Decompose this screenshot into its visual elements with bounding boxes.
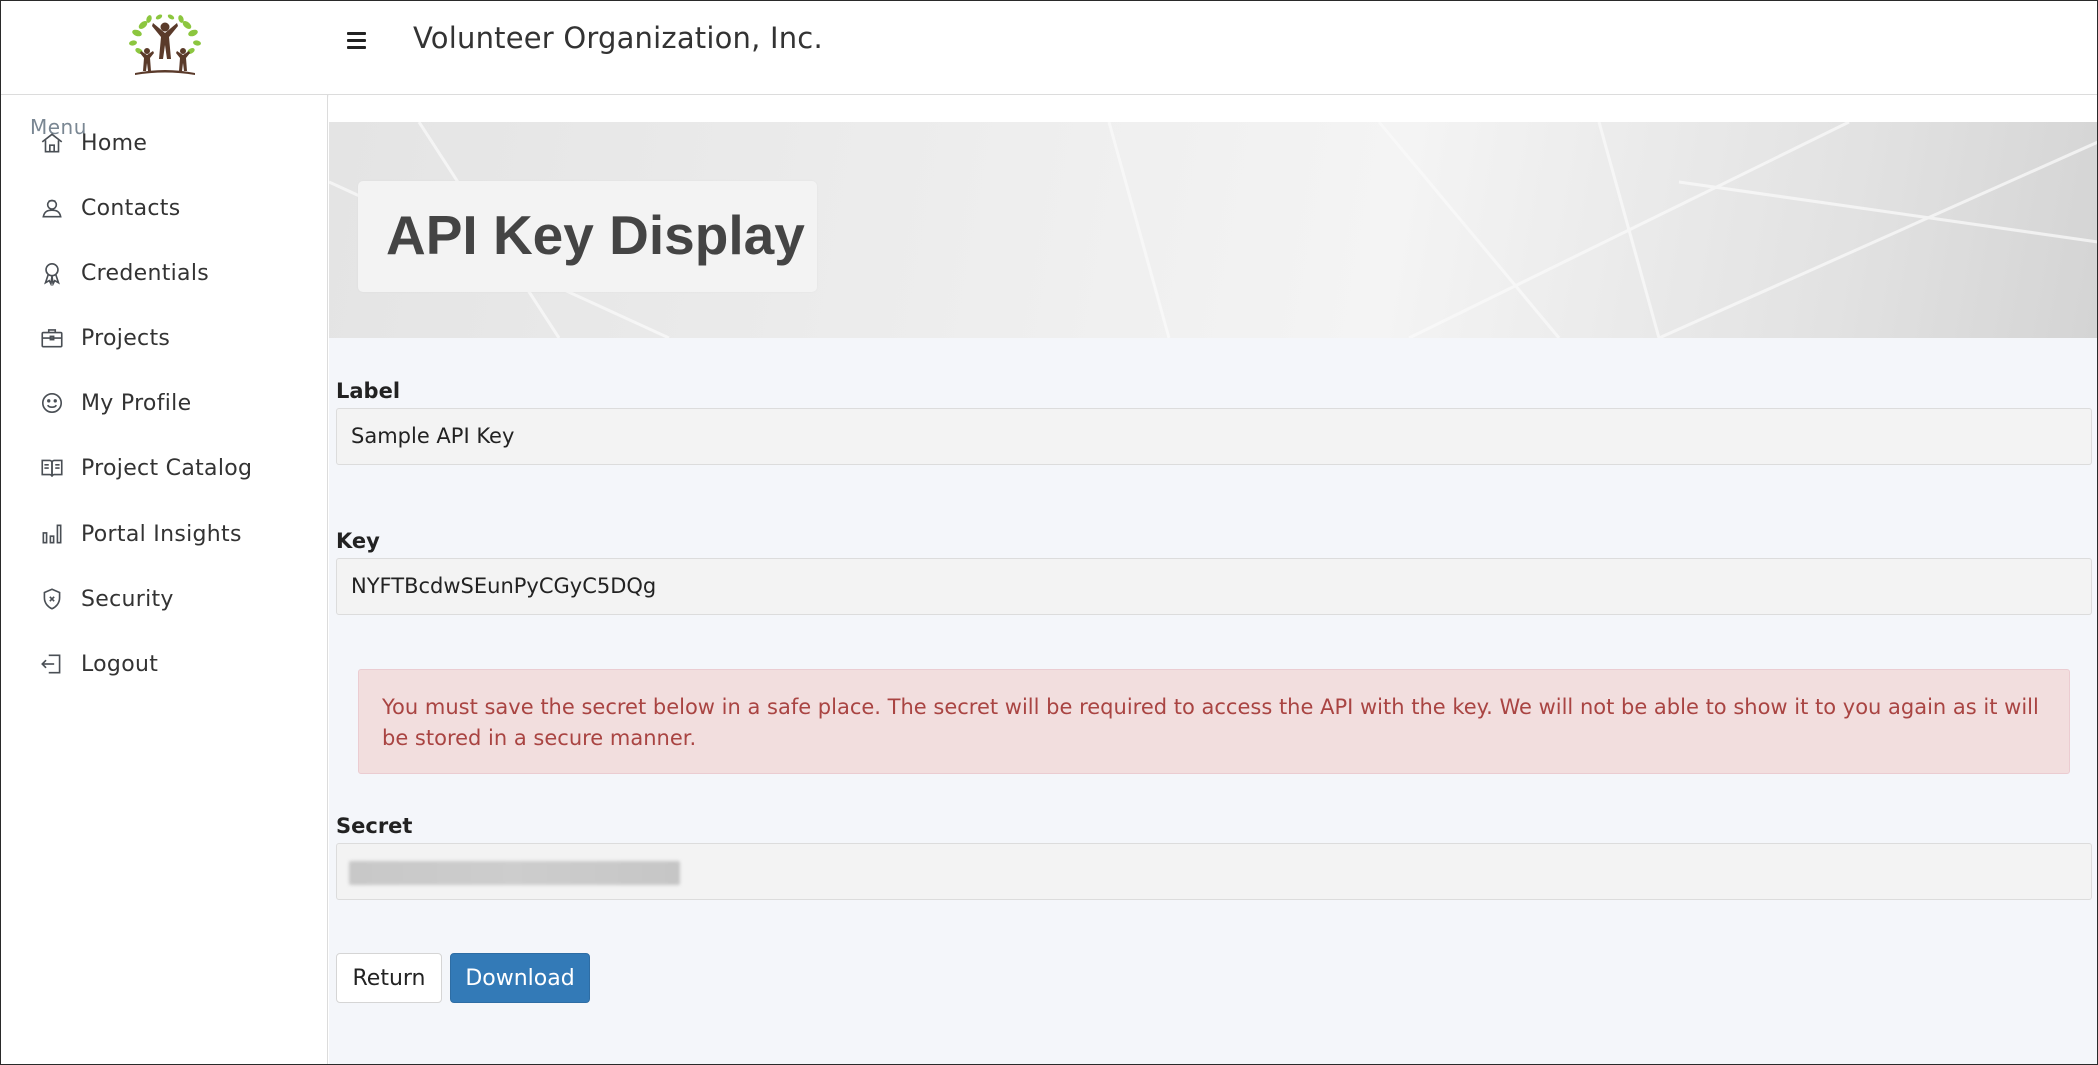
label-field-label: Label [336,379,401,403]
sidebar-item-my-profile[interactable]: My Profile [37,381,317,425]
secret-field[interactable] [336,843,2092,900]
main-content: API Key Display Label Sample API Key Key… [329,95,2097,1064]
warning-alert: You must save the secret below in a safe… [358,669,2070,774]
sidebar-item-portal-insights[interactable]: Portal Insights [37,512,317,556]
book-icon [37,453,67,483]
home-icon [37,128,67,158]
app-window: Volunteer Organization, Inc. Menu Home C… [0,0,2098,1065]
sidebar-item-label: Contacts [81,195,181,221]
secret-field-label: Secret [336,814,413,838]
shield-icon [37,584,67,614]
menu-toggle-icon[interactable] [347,27,373,53]
sidebar-item-contacts[interactable]: Contacts [37,186,317,230]
sidebar-item-security[interactable]: Security [37,577,317,621]
page-banner: API Key Display [329,122,2097,338]
sidebar-item-home[interactable]: Home [37,121,317,165]
award-icon [37,258,67,288]
sidebar-item-label: Security [81,586,174,612]
key-field[interactable]: NYFTBcdwSEunPyCGyC5DQg [336,558,2092,615]
sidebar-item-label: Home [81,130,148,156]
logout-icon [37,649,67,679]
sidebar-item-label: My Profile [81,390,192,416]
organization-logo[interactable] [125,11,205,79]
bar-chart-icon [37,519,67,549]
sidebar-item-credentials[interactable]: Credentials [37,251,317,295]
sidebar-item-label: Portal Insights [81,521,242,547]
page-title: API Key Display [386,204,805,266]
page-title-box: API Key Display [358,181,817,292]
key-field-label: Key [336,529,380,553]
key-field-value: NYFTBcdwSEunPyCGyC5DQg [351,574,657,598]
sidebar-item-project-catalog[interactable]: Project Catalog [37,446,317,490]
sidebar: Menu Home Contacts Credentials Projects [1,95,328,1064]
label-field-value: Sample API Key [351,424,515,448]
download-button[interactable]: Download [450,953,590,1003]
return-button[interactable]: Return [336,953,442,1003]
content-top-strip [329,95,2097,122]
secret-value-redacted [349,861,680,885]
sidebar-item-label: Logout [81,651,159,677]
briefcase-icon [37,323,67,353]
alert-text: You must save the secret below in a safe… [382,695,2039,750]
label-field[interactable]: Sample API Key [336,408,2092,465]
smiley-icon [37,388,67,418]
sidebar-item-label: Projects [81,325,171,351]
sidebar-item-logout[interactable]: Logout [37,642,317,686]
top-bar: Volunteer Organization, Inc. [1,1,2097,95]
contacts-icon [37,193,67,223]
app-title: Volunteer Organization, Inc. [413,21,823,55]
sidebar-item-label: Credentials [81,260,209,286]
sidebar-item-projects[interactable]: Projects [37,316,317,360]
sidebar-item-label: Project Catalog [81,455,253,481]
